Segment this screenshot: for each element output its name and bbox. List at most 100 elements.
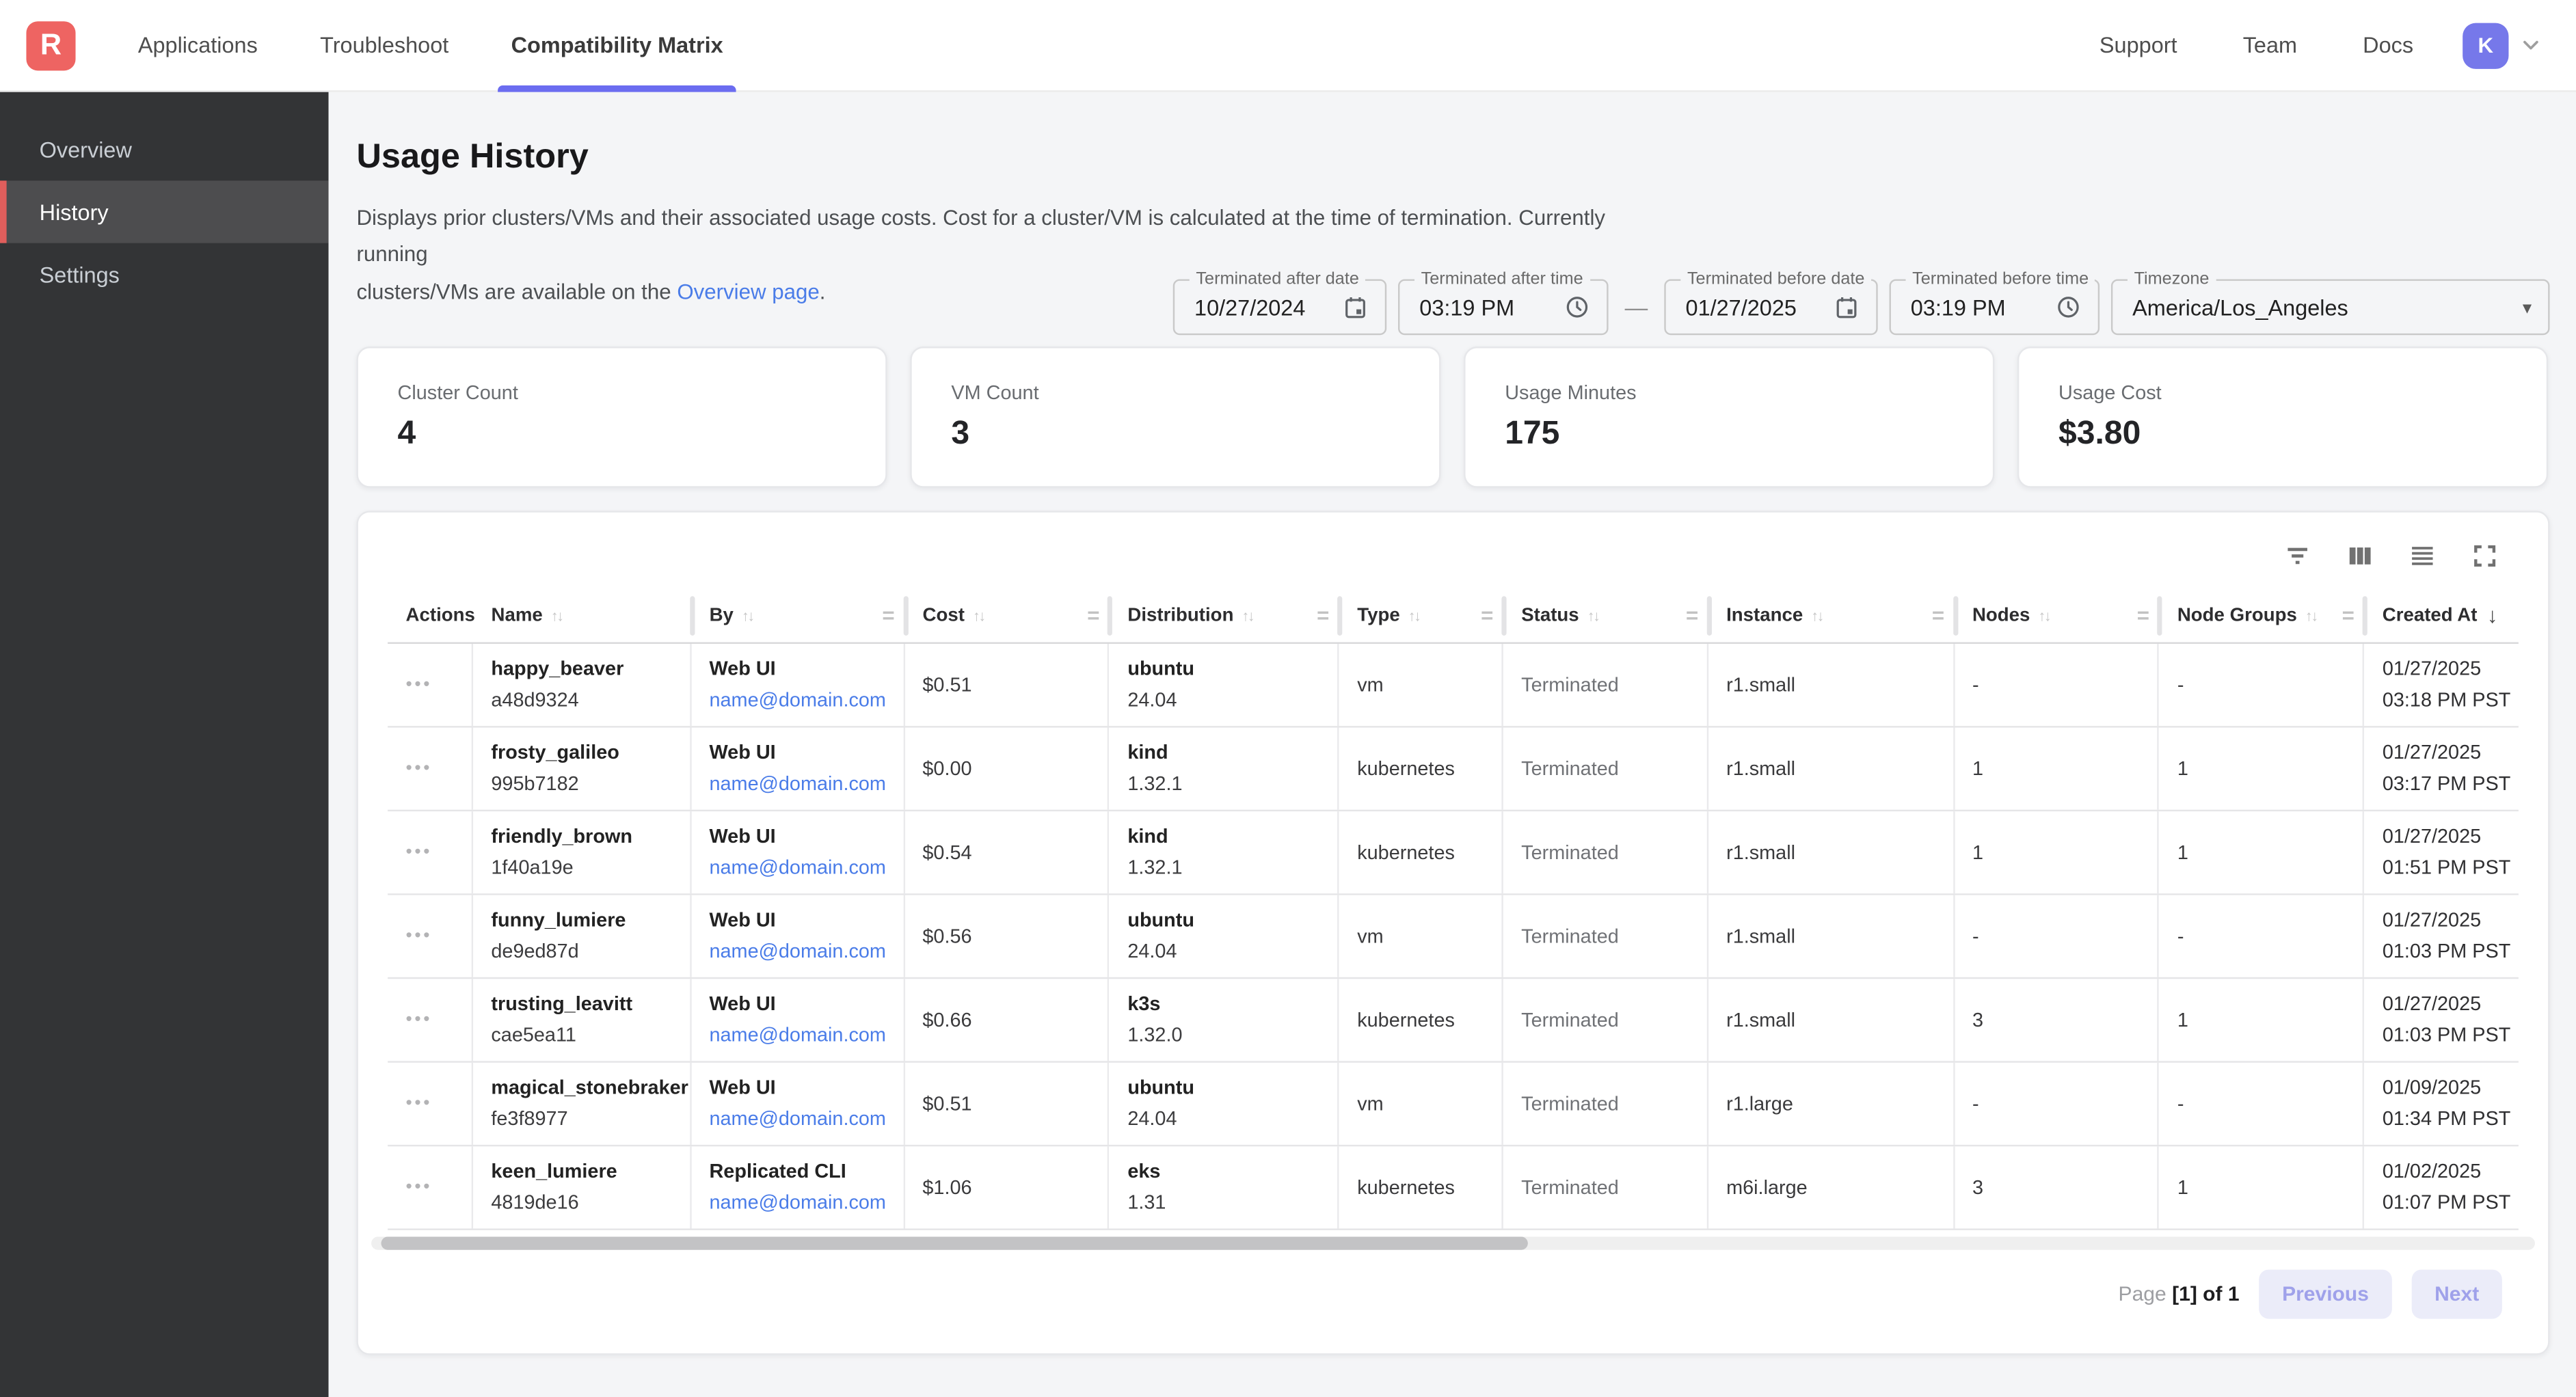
previous-page-button[interactable]: Previous xyxy=(2259,1270,2391,1319)
distribution-version: 1.31 xyxy=(1127,1188,1337,1219)
created-date: 01/27/2025 xyxy=(2383,905,2519,936)
sidebar-item-overview[interactable]: Overview xyxy=(0,118,329,180)
filter-row: Terminated after date 10/27/2024 Termina… xyxy=(1173,280,2550,336)
tab-compatibility-matrix[interactable]: Compatibility Matrix xyxy=(511,0,723,91)
nav-link-support[interactable]: Support xyxy=(2099,33,2177,57)
row-actions-button[interactable]: ••• xyxy=(406,675,472,695)
tab-troubleshoot[interactable]: Troubleshoot xyxy=(320,0,448,91)
calendar-icon[interactable] xyxy=(1834,294,1860,320)
name-cell: friendly_brown 1f40a19e xyxy=(473,811,691,893)
terminated-after-time-field[interactable]: Terminated after time 03:19 PM xyxy=(1398,280,1609,336)
actions-cell: ••• xyxy=(388,1147,473,1229)
column-drag-handle[interactable]: = xyxy=(2137,603,2149,627)
status-cell: Terminated xyxy=(1503,1063,1708,1145)
nav-right-links: Support Team Docs K xyxy=(2099,22,2576,68)
sidebar-item-settings[interactable]: Settings xyxy=(0,243,329,306)
horizontal-scrollbar-track[interactable] xyxy=(371,1237,2535,1250)
instance-cell: r1.large xyxy=(1708,1063,1955,1145)
created-by-email-link[interactable]: name@domain.com xyxy=(709,685,902,716)
row-actions-button[interactable]: ••• xyxy=(406,1010,472,1030)
status-value: Terminated xyxy=(1521,1092,1706,1115)
status-value: Terminated xyxy=(1521,674,1706,697)
column-drag-handle[interactable]: = xyxy=(1932,603,1944,627)
table-row: ••• funny_lumiere de9ed87d Web UI name@d… xyxy=(388,895,2519,979)
app-logo[interactable]: R xyxy=(26,21,75,70)
col-header-by[interactable]: By ↑↓ = xyxy=(691,588,904,642)
table-body: ••• happy_beaver a48d9324 Web UI name@do… xyxy=(388,644,2519,1230)
next-page-button[interactable]: Next xyxy=(2411,1270,2501,1319)
fullscreen-icon[interactable] xyxy=(2466,537,2502,573)
date-range-dash: — xyxy=(1625,294,1648,320)
name-cell: keen_lumiere 4819de16 xyxy=(473,1147,691,1229)
created-by-email-link[interactable]: name@domain.com xyxy=(709,936,902,968)
horizontal-scrollbar-thumb[interactable] xyxy=(381,1237,1528,1250)
columns-icon[interactable] xyxy=(2341,537,2377,573)
created-by-email-link[interactable]: name@domain.com xyxy=(709,1020,902,1052)
created-at-cell: 01/27/2025 01:03 PM PST xyxy=(2364,895,2519,977)
column-drag-handle[interactable]: = xyxy=(1686,603,1698,627)
col-header-instance[interactable]: Instance ↑↓ = xyxy=(1708,588,1955,642)
column-drag-handle[interactable]: = xyxy=(1481,603,1493,627)
page-indicator: Page [1] of 1 xyxy=(2119,1283,2240,1306)
nodes-cell: - xyxy=(1955,1063,2160,1145)
sort-icon: ↑↓ xyxy=(2305,607,2317,623)
row-actions-button[interactable]: ••• xyxy=(406,1178,472,1197)
col-header-cost[interactable]: Cost ↑↓ = xyxy=(904,588,1110,642)
type-value: vm xyxy=(1357,925,1501,948)
row-actions-button[interactable]: ••• xyxy=(406,843,472,863)
instance-value: r1.small xyxy=(1726,841,1953,865)
created-by-email-link[interactable]: name@domain.com xyxy=(709,769,902,800)
row-actions-button[interactable]: ••• xyxy=(406,1094,472,1114)
sidebar-item-history[interactable]: History xyxy=(0,180,329,243)
terminated-before-time-field[interactable]: Terminated before time 03:19 PM xyxy=(1890,280,2100,336)
column-drag-handle[interactable]: = xyxy=(882,603,894,627)
terminated-before-date-field[interactable]: Terminated before date 01/27/2025 xyxy=(1664,280,1877,336)
nav-link-docs[interactable]: Docs xyxy=(2363,33,2413,57)
tab-applications[interactable]: Applications xyxy=(138,0,258,91)
terminated-after-date-field[interactable]: Terminated after date 10/27/2024 xyxy=(1173,280,1386,336)
cluster-id: a48d9324 xyxy=(491,685,689,716)
nav-link-team[interactable]: Team xyxy=(2243,33,2297,57)
filter-icon[interactable] xyxy=(2279,537,2315,573)
col-header-type[interactable]: Type ↑↓ = xyxy=(1339,588,1503,642)
created-by-email-link[interactable]: name@domain.com xyxy=(709,1104,902,1135)
timezone-select[interactable]: Timezone America/Los_Angeles ▾ xyxy=(2111,280,2550,336)
instance-cell: r1.small xyxy=(1708,895,1955,977)
col-header-created-at[interactable]: Created At ↓ xyxy=(2364,588,2519,642)
calendar-icon[interactable] xyxy=(1342,294,1368,320)
row-actions-button[interactable]: ••• xyxy=(406,927,472,947)
overview-page-link[interactable]: Overview page xyxy=(677,279,819,303)
account-menu[interactable]: K xyxy=(2463,22,2543,68)
app-window: R Applications Troubleshoot Compatibilit… xyxy=(0,0,2576,1397)
created-by: Web UI xyxy=(709,822,902,853)
column-drag-handle[interactable]: = xyxy=(1317,603,1329,627)
column-drag-handle[interactable]: = xyxy=(1087,603,1099,627)
col-header-node-groups[interactable]: Node Groups ↑↓ = xyxy=(2159,588,2364,642)
cost-value: $0.51 xyxy=(922,674,1108,697)
density-icon[interactable] xyxy=(2404,537,2440,573)
status-value: Terminated xyxy=(1521,925,1706,948)
cost-cell: $0.51 xyxy=(904,1063,1110,1145)
created-by-email-link[interactable]: name@domain.com xyxy=(709,853,902,884)
name-cell: happy_beaver a48d9324 xyxy=(473,644,691,726)
column-drag-handle[interactable]: = xyxy=(2342,603,2354,627)
actions-cell: ••• xyxy=(388,811,473,893)
col-header-distribution[interactable]: Distribution ↑↓ = xyxy=(1110,588,1339,642)
nodes-cell: 3 xyxy=(1955,1147,2160,1229)
clock-icon[interactable] xyxy=(1564,294,1590,320)
cost-cell: $0.66 xyxy=(904,979,1110,1061)
nodes-value: - xyxy=(1972,1092,2158,1115)
type-cell: vm xyxy=(1339,644,1503,726)
clock-icon[interactable] xyxy=(2055,294,2081,320)
instance-value: r1.small xyxy=(1726,674,1953,697)
nodes-value: 1 xyxy=(1972,757,2158,781)
created-date: 01/09/2025 xyxy=(2383,1073,2519,1104)
row-actions-button[interactable]: ••• xyxy=(406,759,472,779)
avatar[interactable]: K xyxy=(2463,22,2508,68)
created-by-email-link[interactable]: name@domain.com xyxy=(709,1188,902,1219)
col-header-nodes[interactable]: Nodes ↑↓ = xyxy=(1955,588,2160,642)
table-row: ••• magical_stonebraker fe3f8977 Web UI … xyxy=(388,1063,2519,1147)
col-header-name[interactable]: Name ↑↓ xyxy=(473,588,691,642)
col-header-status[interactable]: Status ↑↓ = xyxy=(1503,588,1708,642)
page-title: Usage History xyxy=(356,138,2549,178)
